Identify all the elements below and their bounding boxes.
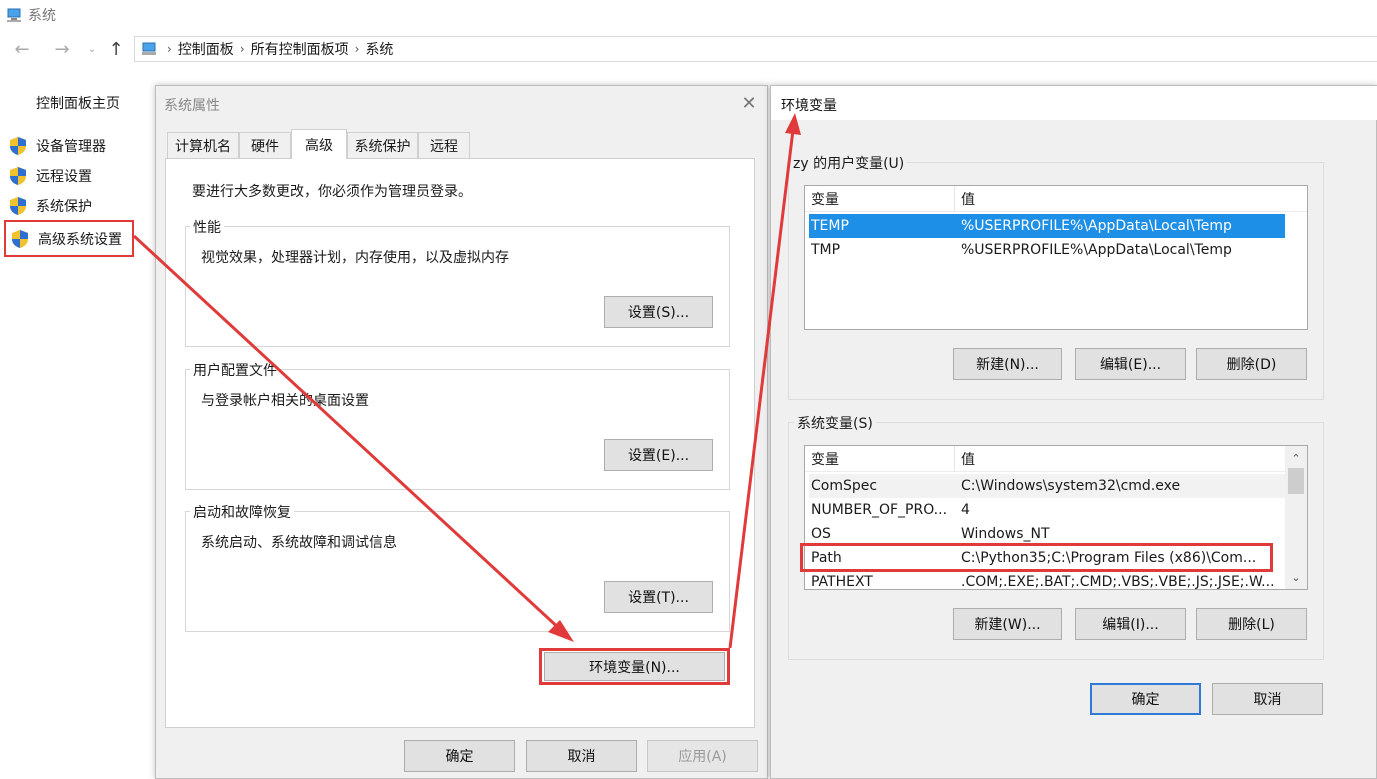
environment-variables-button[interactable]: 环境变量(N)...: [544, 652, 725, 681]
column-header-variable[interactable]: 变量: [805, 446, 955, 471]
shield-icon: [10, 167, 26, 185]
sidebar-item-remote-settings[interactable]: 远程设置: [8, 164, 92, 188]
system-new-button[interactable]: 新建(W)...: [953, 608, 1062, 640]
variable-value: %USERPROFILE%\AppData\Local\Temp: [961, 242, 1232, 258]
shield-icon: [12, 229, 28, 248]
forward-arrow-icon[interactable]: →: [50, 37, 74, 61]
column-header-value[interactable]: 值: [955, 189, 975, 209]
tab-system-protection[interactable]: 系统保护: [347, 132, 418, 158]
sidebar-item-device-manager[interactable]: 设备管理器: [8, 134, 106, 158]
variable-value: 4: [961, 502, 970, 518]
variable-value: C:\Windows\system32\cmd.exe: [961, 478, 1181, 494]
chevron-down-icon[interactable]: ⌄: [80, 37, 104, 61]
env-cancel-button[interactable]: 取消: [1212, 683, 1323, 715]
breadcrumb-all-items[interactable]: 所有控制面板项: [251, 39, 349, 59]
user-profiles-label: 用户配置文件: [190, 360, 280, 380]
tab-advanced[interactable]: 高级: [291, 129, 347, 159]
shield-icon: [10, 137, 26, 155]
sidebar-item-label: 高级系统设置: [38, 231, 122, 248]
performance-group: [185, 226, 730, 347]
variable-value: Windows_NT: [961, 526, 1050, 542]
dialog-title: 系统属性: [164, 98, 220, 114]
column-header-value[interactable]: 值: [955, 449, 975, 469]
startup-recovery-description: 系统启动、系统故障和调试信息: [201, 535, 397, 551]
dialog-title: 环境变量: [781, 98, 837, 114]
back-arrow-icon[interactable]: ←: [10, 37, 34, 61]
vertical-scrollbar[interactable]: ⌃ ⌄: [1285, 446, 1307, 589]
user-variables-list[interactable]: 变量 值 TEMP %USERPROFILE%\AppData\Local\Te…: [804, 185, 1308, 330]
window-title-bar: 系统: [0, 0, 1377, 30]
user-delete-button[interactable]: 删除(D): [1196, 348, 1307, 380]
variable-name: TEMP: [811, 218, 849, 234]
user-profiles-group: [185, 369, 730, 490]
table-row[interactable]: NUMBER_OF_PRO... 4: [809, 498, 1285, 522]
startup-recovery-group: [185, 511, 730, 632]
admin-note: 要进行大多数更改，你必须作为管理员登录。: [192, 184, 472, 200]
sidebar-item-system-protection[interactable]: 系统保护: [8, 194, 92, 218]
variable-value: .COM;.EXE;.BAT;.CMD;.VBS;.VBE;.JS;.JSE;.…: [961, 574, 1275, 590]
performance-label: 性能: [190, 217, 224, 237]
table-row[interactable]: PATHEXT .COM;.EXE;.BAT;.CMD;.VBS;.VBE;.J…: [809, 570, 1285, 590]
up-arrow-icon[interactable]: ↑: [104, 37, 128, 61]
user-new-button[interactable]: 新建(N)...: [953, 348, 1062, 380]
user-edit-button[interactable]: 编辑(E)...: [1075, 348, 1186, 380]
breadcrumb-separator: ›: [239, 42, 245, 56]
sidebar-item-advanced-settings[interactable]: 高级系统设置: [4, 220, 134, 257]
breadcrumb-separator: ›: [167, 42, 172, 56]
scroll-thumb[interactable]: [1288, 468, 1304, 494]
shield-icon: [10, 197, 26, 215]
sidebar-item-label: 远程设置: [36, 169, 92, 185]
table-row[interactable]: TMP %USERPROFILE%\AppData\Local\Temp: [809, 238, 1285, 262]
table-row[interactable]: TEMP %USERPROFILE%\AppData\Local\Temp: [809, 214, 1285, 238]
scroll-down-icon[interactable]: ⌄: [1285, 567, 1307, 587]
system-edit-button[interactable]: 编辑(I)...: [1075, 608, 1186, 640]
env-dialog-titlebar: 环境变量: [771, 86, 1377, 120]
ok-button[interactable]: 确定: [404, 740, 515, 772]
variable-name: ComSpec: [811, 478, 878, 494]
scroll-up-icon[interactable]: ⌃: [1285, 448, 1307, 468]
tab-computer-name[interactable]: 计算机名: [167, 132, 239, 158]
variable-name: NUMBER_OF_PRO...: [811, 502, 948, 518]
computer-icon: [7, 8, 21, 22]
column-header-variable[interactable]: 变量: [805, 186, 955, 211]
computer-icon: [142, 42, 156, 55]
performance-settings-button[interactable]: 设置(S)...: [604, 296, 713, 328]
apply-button[interactable]: 应用(A): [647, 740, 758, 772]
performance-description: 视觉效果，处理器计划，内存使用，以及虚拟内存: [201, 250, 509, 266]
window-title: 系统: [28, 8, 56, 24]
breadcrumb-control-panel[interactable]: 控制面板: [178, 39, 234, 59]
system-variables-label: 系统变量(S): [794, 413, 876, 433]
close-icon[interactable]: ✕: [737, 92, 761, 114]
variable-name: PATHEXT: [811, 574, 873, 590]
variable-value: %USERPROFILE%\AppData\Local\Temp: [961, 218, 1232, 234]
user-profiles-description: 与登录帐户相关的桌面设置: [201, 393, 369, 409]
variable-name: OS: [811, 526, 831, 542]
path-row-highlight: [800, 543, 1273, 572]
tab-hardware[interactable]: 硬件: [239, 132, 291, 158]
navigation-bar: ← → ⌄ ↑ › 控制面板 › 所有控制面板项 › 系统: [0, 33, 1377, 65]
user-variables-label: zy 的用户变量(U): [790, 153, 908, 173]
table-row[interactable]: ComSpec C:\Windows\system32\cmd.exe: [809, 474, 1285, 498]
breadcrumb-system[interactable]: 系统: [365, 39, 393, 59]
system-delete-button[interactable]: 删除(L): [1196, 608, 1307, 640]
variable-name: TMP: [811, 242, 841, 258]
sidebar-item-label: 系统保护: [36, 199, 92, 215]
list-header: 变量 值: [805, 446, 1287, 472]
list-header: 变量 值: [805, 186, 1307, 212]
startup-recovery-settings-button[interactable]: 设置(T)...: [604, 581, 713, 613]
env-ok-button[interactable]: 确定: [1090, 683, 1201, 715]
tab-remote[interactable]: 远程: [418, 132, 470, 158]
address-bar[interactable]: › 控制面板 › 所有控制面板项 › 系统: [134, 36, 1377, 62]
startup-recovery-label: 启动和故障恢复: [190, 502, 294, 522]
breadcrumb-separator: ›: [354, 42, 360, 56]
user-profiles-settings-button[interactable]: 设置(E)...: [604, 439, 713, 471]
sidebar-home-link[interactable]: 控制面板主页: [36, 93, 120, 113]
sidebar-item-label: 设备管理器: [36, 139, 106, 155]
cancel-button[interactable]: 取消: [526, 740, 637, 772]
